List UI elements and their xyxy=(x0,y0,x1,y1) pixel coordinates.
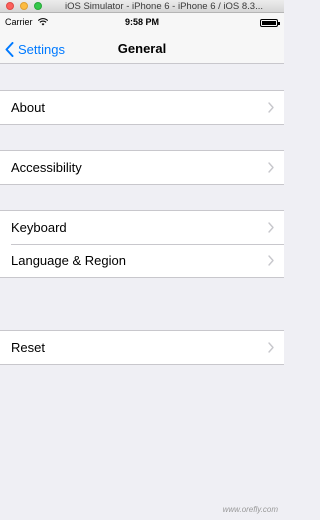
settings-row-keyboard[interactable]: Keyboard xyxy=(0,211,284,244)
chevron-right-icon xyxy=(268,342,274,353)
chevron-right-icon xyxy=(268,162,274,173)
phone-screen: Carrier 9:58 PM Settings General About A… xyxy=(0,13,284,520)
chevron-right-icon xyxy=(268,222,274,233)
status-time: 9:58 PM xyxy=(124,17,159,27)
window-close-button[interactable] xyxy=(6,2,14,10)
settings-row-reset[interactable]: Reset xyxy=(0,331,284,364)
settings-row-language-region[interactable]: Language & Region xyxy=(0,244,284,277)
row-label: Language & Region xyxy=(11,253,126,268)
window-title: iOS Simulator - iPhone 6 - iPhone 6 / iO… xyxy=(64,1,263,12)
settings-group-about: About xyxy=(0,90,284,125)
battery-icon xyxy=(260,19,280,27)
row-label: About xyxy=(11,100,45,115)
settings-group-input: Keyboard Language & Region xyxy=(0,210,284,278)
row-label: Accessibility xyxy=(11,160,82,175)
navigation-bar: Settings General xyxy=(0,33,284,64)
status-bar: Carrier 9:58 PM xyxy=(0,13,284,33)
settings-group-accessibility: Accessibility xyxy=(0,150,284,185)
row-label: Keyboard xyxy=(11,220,67,235)
window-zoom-button[interactable] xyxy=(34,2,42,10)
page-title: General xyxy=(117,41,167,56)
chevron-right-icon xyxy=(268,102,274,113)
settings-row-about[interactable]: About xyxy=(0,91,284,124)
window-minimize-button[interactable] xyxy=(20,2,28,10)
settings-group-reset: Reset xyxy=(0,330,284,365)
simulator-title-bar: iOS Simulator - iPhone 6 - iPhone 6 / iO… xyxy=(0,0,284,13)
row-label: Reset xyxy=(11,340,45,355)
chevron-right-icon xyxy=(268,255,274,266)
settings-row-accessibility[interactable]: Accessibility xyxy=(0,151,284,184)
watermark: www.orefly.com xyxy=(222,505,278,514)
